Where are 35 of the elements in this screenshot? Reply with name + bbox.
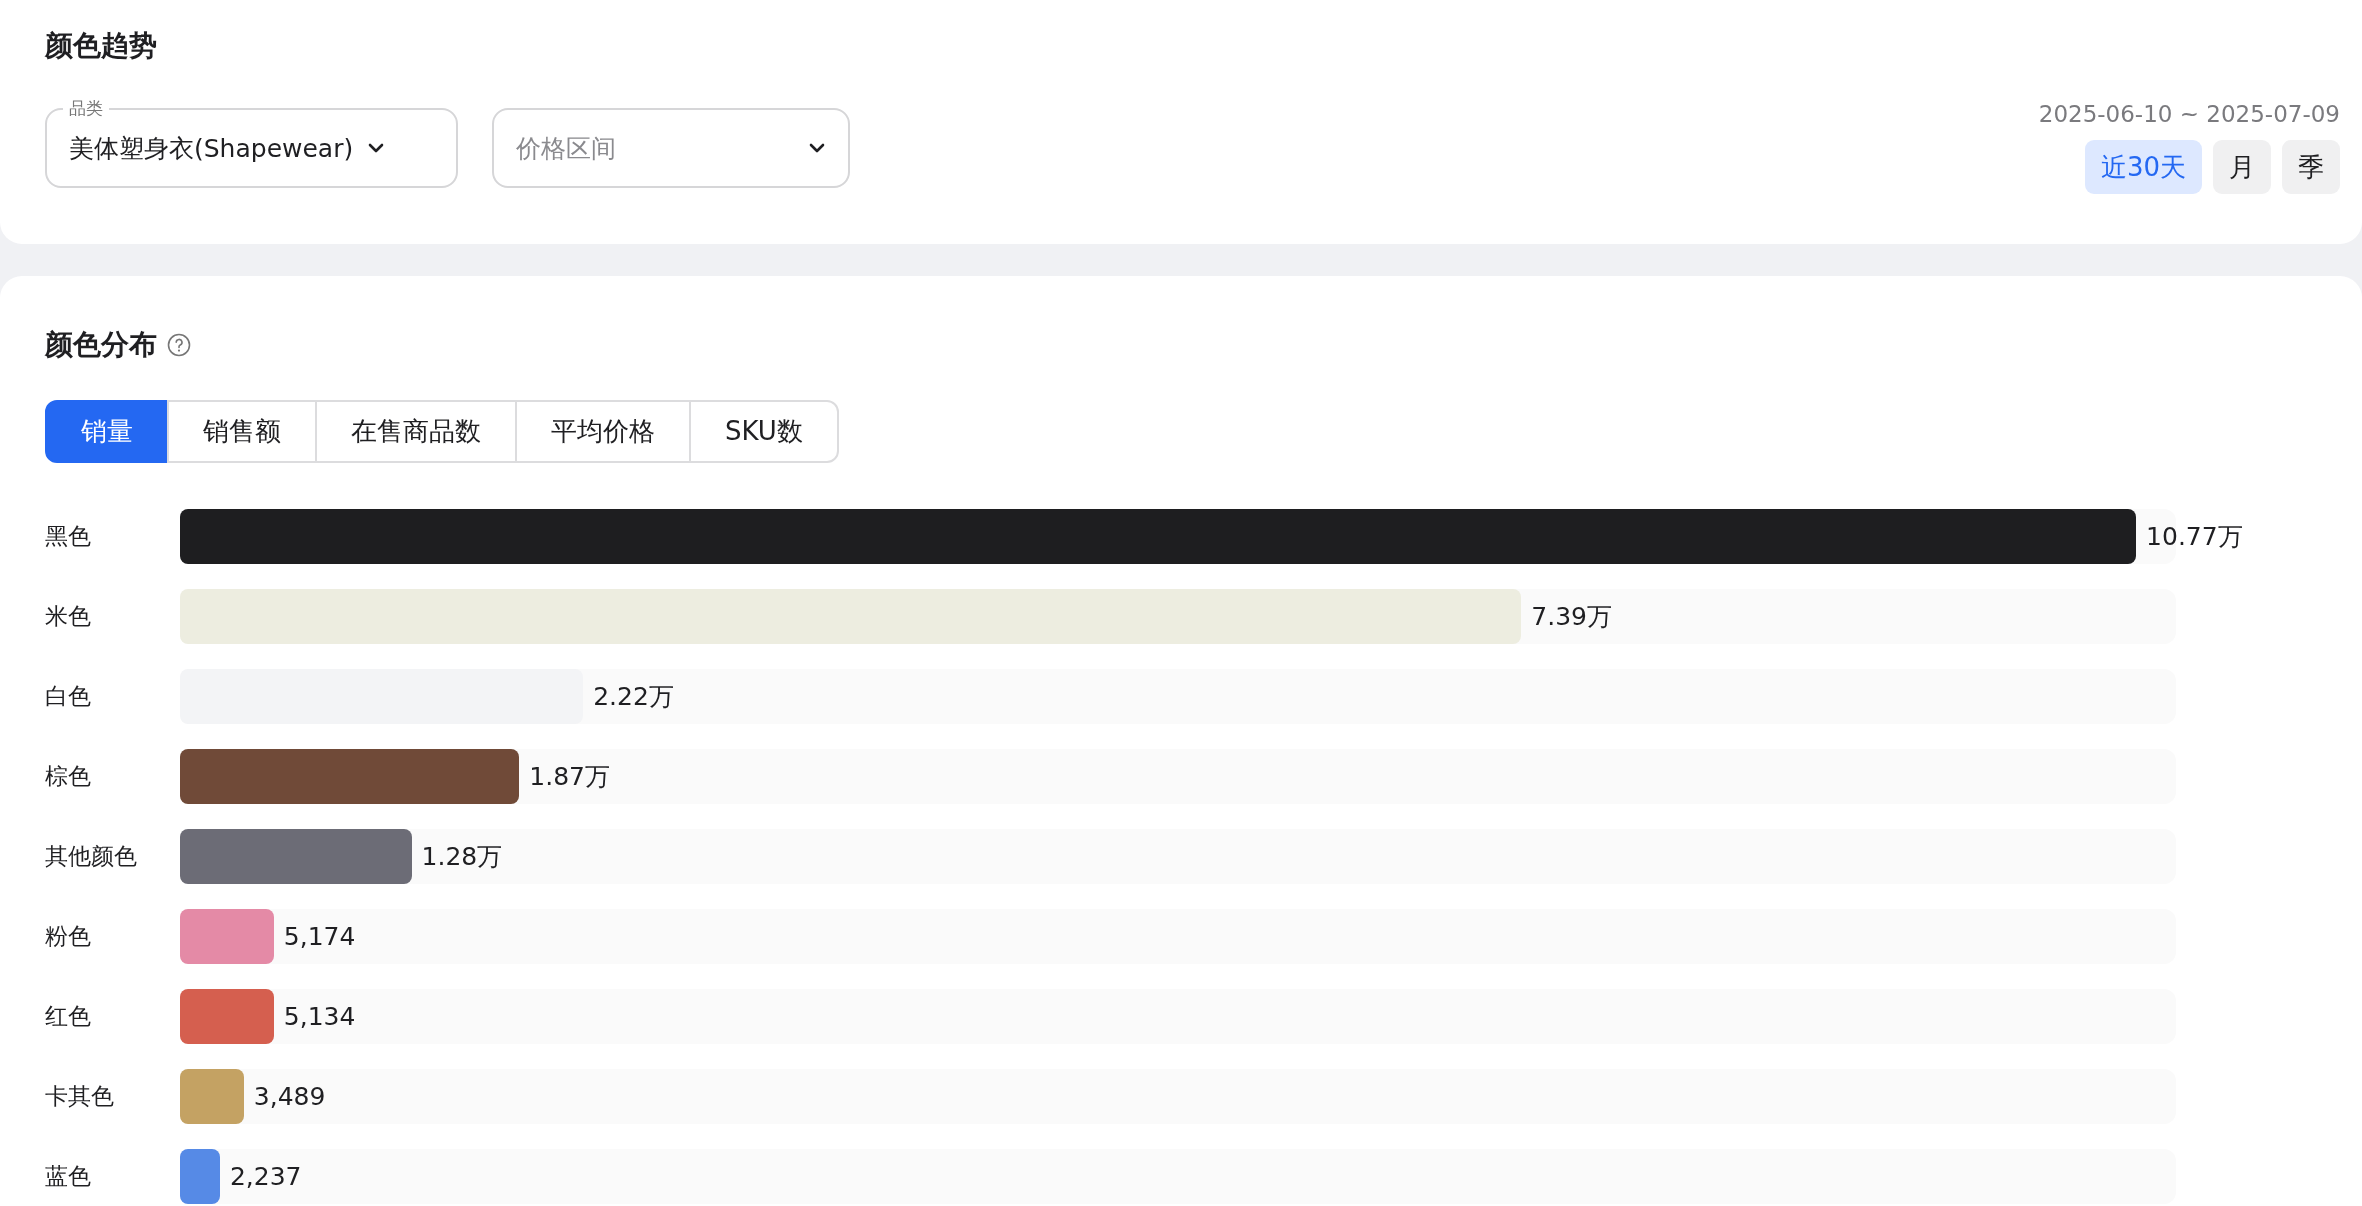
color-label: 米色 — [45, 602, 92, 631]
color-label: 白色 — [45, 682, 92, 711]
bar-value: 2,237 — [229, 1162, 302, 1191]
color-label: 红色 — [45, 1002, 92, 1031]
bar-value: 5,134 — [283, 1002, 356, 1031]
color-label: 黑色 — [45, 522, 92, 551]
color-label: 粉色 — [45, 922, 92, 951]
metric-tab[interactable]: 平均价格 — [515, 400, 691, 463]
section-title: 颜色分布 — [45, 327, 157, 363]
color-label: 棕色 — [45, 762, 92, 791]
metric-tab[interactable]: SKU数 — [689, 400, 839, 463]
help-icon[interactable] — [167, 333, 191, 357]
chevron-down-icon — [367, 142, 386, 154]
metric-tab[interactable]: 销量 — [45, 400, 169, 463]
period-button[interactable]: 月 — [2213, 140, 2271, 194]
date-range: 2025-06-10 ~ 2025-07-09 — [2038, 101, 2340, 127]
metric-tab[interactable]: 在售商品数 — [315, 400, 517, 463]
bar-value: 5,174 — [283, 922, 356, 951]
bar-value: 2.22万 — [593, 681, 674, 713]
select-placeholder: 价格区间 — [516, 132, 617, 165]
bar-value: 1.87万 — [529, 761, 610, 793]
metric-tab[interactable]: 销售额 — [167, 400, 317, 463]
bar-value: 3,489 — [253, 1082, 326, 1111]
color-label: 卡其色 — [45, 1082, 115, 1111]
select-value: 美体塑身衣(Shapewear) — [69, 132, 354, 165]
period-button[interactable]: 近30天 — [2084, 140, 2202, 194]
color-label: 其他颜色 — [45, 842, 138, 871]
bar-value: 1.28万 — [421, 841, 503, 873]
bar-value: 7.39万 — [1531, 601, 1612, 633]
color-label: 蓝色 — [45, 1162, 92, 1191]
section-title: 颜色趋势 — [45, 28, 158, 64]
bar-value: 10.77万 — [2146, 521, 2243, 553]
field-label: 品类 — [63, 98, 109, 118]
period-button[interactable]: 季 — [2282, 140, 2340, 194]
chevron-down-icon — [808, 142, 826, 154]
